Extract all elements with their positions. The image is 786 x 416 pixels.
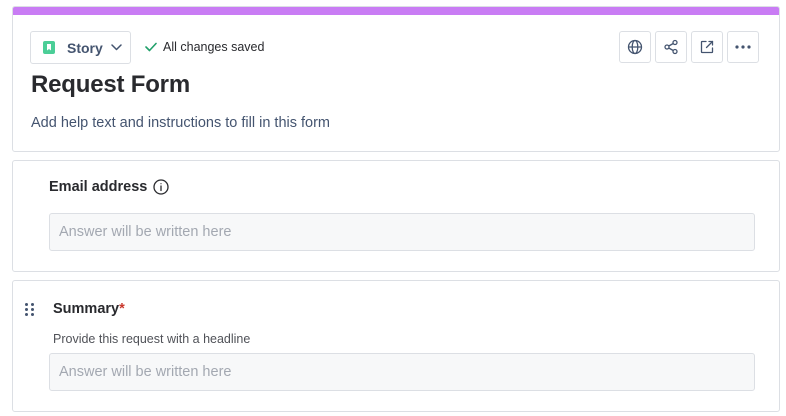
more-icon	[735, 45, 751, 49]
email-field-label-text: Email address	[49, 179, 148, 195]
more-button[interactable]	[727, 31, 759, 63]
form-title: Request Form	[31, 71, 190, 98]
required-marker: *	[119, 301, 125, 317]
field-card-summary[interactable]: Summary * Provide this request with a hea…	[12, 280, 780, 412]
info-icon[interactable]	[153, 179, 169, 195]
share-button[interactable]	[655, 31, 687, 63]
globe-icon	[627, 39, 643, 55]
open-external-button[interactable]	[691, 31, 723, 63]
story-icon	[43, 41, 55, 54]
drag-handle-icon[interactable]	[25, 303, 34, 316]
save-status-text: All changes saved	[163, 40, 265, 54]
share-icon	[663, 39, 679, 55]
summary-field-label: Summary *	[53, 301, 125, 317]
summary-answer-field[interactable]	[49, 353, 755, 391]
email-field-label: Email address	[49, 179, 169, 195]
open-external-icon	[699, 39, 715, 55]
form-header-card: Story All changes saved Request Form Add…	[12, 6, 780, 152]
language-button[interactable]	[619, 31, 651, 63]
summary-field-label-text: Summary	[53, 301, 120, 317]
check-icon	[145, 42, 157, 52]
summary-field-description: Provide this request with a headline	[53, 332, 251, 346]
issue-type-label: Story	[67, 39, 103, 56]
field-card-email[interactable]: Email address	[12, 160, 780, 272]
form-help-text[interactable]: Add help text and instructions to fill i…	[31, 115, 330, 131]
email-answer-field[interactable]	[49, 213, 755, 251]
accent-bar	[13, 7, 779, 15]
save-status: All changes saved	[145, 40, 264, 54]
chevron-down-icon	[111, 44, 122, 51]
issue-type-dropdown[interactable]: Story	[30, 31, 131, 64]
